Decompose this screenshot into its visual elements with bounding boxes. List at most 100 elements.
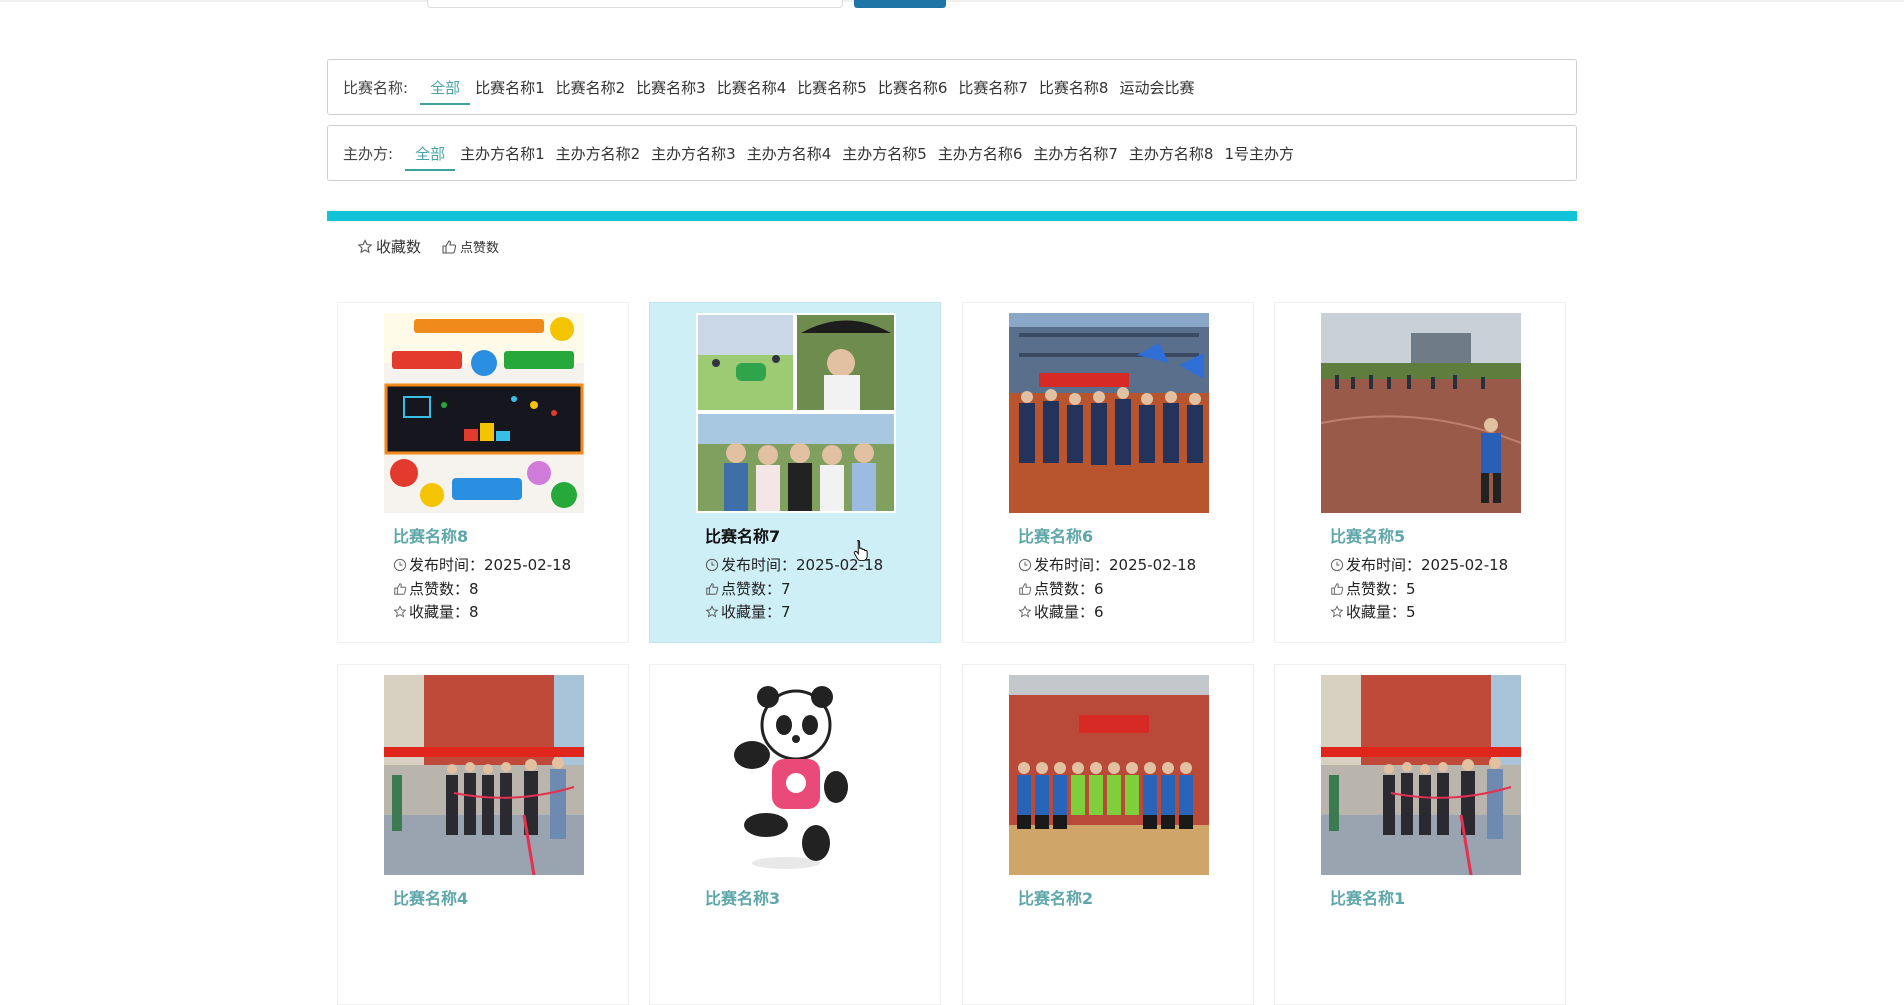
match-filter-option[interactable]: 比赛名称4 [717,59,787,115]
star-icon [393,604,407,617]
accent-bar [327,211,1577,221]
sort-favorites-label: 收藏数 [376,238,422,256]
star-icon [1018,604,1032,617]
match-filter-option[interactable]: 比赛名称3 [636,59,706,115]
publish-time-label: 发布时间： [409,556,485,574]
publish-time-label: 发布时间： [1034,556,1110,574]
like-count-value: 7 [781,579,791,598]
organizer-filter-option[interactable]: 主办方名称3 [651,125,736,181]
ribbon-ceremony-image [1321,675,1521,875]
star-icon [357,238,373,253]
match-card[interactable]: 比赛名称1 [1274,664,1566,1005]
match-filter-option[interactable]: 比赛名称2 [556,59,626,115]
match-card[interactable]: 比赛名称6 发布时间： 2025-02-18 点赞数： 6 收藏量： 6 [962,302,1254,643]
photo-collage-image [696,313,896,513]
match-filter-option[interactable]: 比赛名称7 [958,59,1028,115]
clock-icon [1330,558,1344,571]
ribbon-ceremony-image [384,675,584,875]
like-count-label: 点赞数： [721,580,782,598]
match-card[interactable]: 比赛名称2 [962,664,1254,1005]
thumbs-up-icon [1019,582,1032,595]
like-count-label: 点赞数： [1034,580,1095,598]
match-card-title[interactable]: 比赛名称5 [1330,523,1405,547]
match-card-title[interactable]: 比赛名称4 [393,885,468,909]
like-count-value: 8 [469,579,479,598]
match-card[interactable]: 比赛名称5 发布时间： 2025-02-18 点赞数： 5 收藏量： 5 [1274,302,1566,643]
match-filter-option[interactable]: 比赛名称5 [797,59,867,115]
like-count: 点赞数： 5 [1330,578,1416,599]
team-photo-image [1009,675,1209,875]
organizer-filter-option[interactable]: 1号主办方 [1224,125,1294,181]
publish-time: 发布时间： 2025-02-18 [393,554,571,575]
sports-poster-image [384,313,584,513]
publish-time: 发布时间： 2025-02-18 [1330,554,1508,575]
clock-icon [705,558,719,571]
publish-time-value: 2025-02-18 [1109,555,1197,574]
thumbs-up-icon [706,582,719,595]
match-card[interactable]: 比赛名称8 发布时间： 2025-02-18 点赞数： 8 收藏量： 8 [337,302,629,643]
organizer-filter-option[interactable]: 主办方名称5 [842,125,927,181]
like-count: 点赞数： 7 [705,578,791,599]
clock-icon [393,558,407,571]
organizer-filter-all[interactable]: 全部 [405,125,456,181]
sort-bar: 收藏数 点赞数 [357,236,519,257]
like-count-label: 点赞数： [1346,580,1407,598]
sort-by-favorites-button[interactable]: 收藏数 [357,236,421,257]
match-filter-option[interactable]: 比赛名称6 [878,59,948,115]
like-count-value: 5 [1406,579,1416,598]
sort-likes-label: 点赞数 [460,241,500,256]
match-card-title[interactable]: 比赛名称1 [1330,885,1405,909]
match-filter-option[interactable]: 运动会比赛 [1119,59,1194,115]
organizer-filter-option[interactable]: 主办方名称1 [460,125,545,181]
favorite-count: 收藏量： 7 [705,601,791,622]
like-count: 点赞数： 8 [393,578,479,599]
favorite-count: 收藏量： 5 [1330,601,1416,622]
match-filter-all[interactable]: 全部 [420,59,471,115]
match-card[interactable]: 比赛名称4 [337,664,629,1005]
publish-time-value: 2025-02-18 [1421,555,1509,574]
match-name-filter: 比赛名称: 全部 比赛名称1 比赛名称2 比赛名称3 比赛名称4 比赛名称5 比… [327,59,1577,115]
organizer-filter: 主办方: 全部 主办方名称1 主办方名称2 主办方名称3 主办方名称4 主办方名… [327,125,1577,181]
thumbs-up-icon [1331,582,1344,595]
hand-pointer-icon [853,539,868,561]
match-filter-option[interactable]: 比赛名称1 [475,59,545,115]
sort-by-likes-button[interactable]: 点赞数 [441,237,499,256]
match-card[interactable]: 比赛名称3 [649,664,941,1005]
favorite-count-label: 收藏量： [409,603,470,621]
favorite-count-value: 8 [469,602,479,621]
publish-time-label: 发布时间： [721,556,797,574]
thumbs-up-icon [442,239,457,254]
organizer-filter-label: 主办方: [343,144,394,163]
match-filter-option[interactable]: 比赛名称8 [1039,59,1109,115]
search-input[interactable] [427,0,843,8]
running-track-image [1321,313,1521,513]
match-card-title[interactable]: 比赛名称6 [1018,523,1093,547]
organizer-filter-option[interactable]: 主办方名称7 [1033,125,1118,181]
thumbs-up-icon [394,582,407,595]
like-count: 点赞数： 6 [1018,578,1104,599]
publish-time-value: 2025-02-18 [484,555,572,574]
favorite-count-value: 7 [781,602,791,621]
organizer-filter-option[interactable]: 主办方名称6 [938,125,1023,181]
publish-time: 发布时间： 2025-02-18 [1018,554,1196,575]
search-button[interactable] [854,0,946,8]
match-card-title[interactable]: 比赛名称7 [705,523,780,547]
star-icon [1330,604,1344,617]
organizer-filter-option[interactable]: 主办方名称4 [747,125,832,181]
favorite-count-label: 收藏量： [721,603,782,621]
publish-time-label: 发布时间： [1346,556,1422,574]
organizer-filter-option[interactable]: 主办方名称2 [556,125,641,181]
favorite-count-label: 收藏量： [1346,603,1407,621]
favorite-count: 收藏量： 8 [393,601,479,622]
match-card-title[interactable]: 比赛名称8 [393,523,468,547]
favorite-count: 收藏量： 6 [1018,601,1104,622]
clock-icon [1018,558,1032,571]
match-card[interactable]: 比赛名称7 发布时间： 2025-02-18 点赞数： 7 收藏量： 7 [649,302,941,643]
like-count-value: 6 [1094,579,1104,598]
top-divider [0,0,1904,2]
match-card-title[interactable]: 比赛名称3 [705,885,780,909]
favorite-count-value: 6 [1094,602,1104,621]
match-card-title[interactable]: 比赛名称2 [1018,885,1093,909]
match-name-filter-label: 比赛名称: [343,78,409,97]
organizer-filter-option[interactable]: 主办方名称8 [1129,125,1214,181]
